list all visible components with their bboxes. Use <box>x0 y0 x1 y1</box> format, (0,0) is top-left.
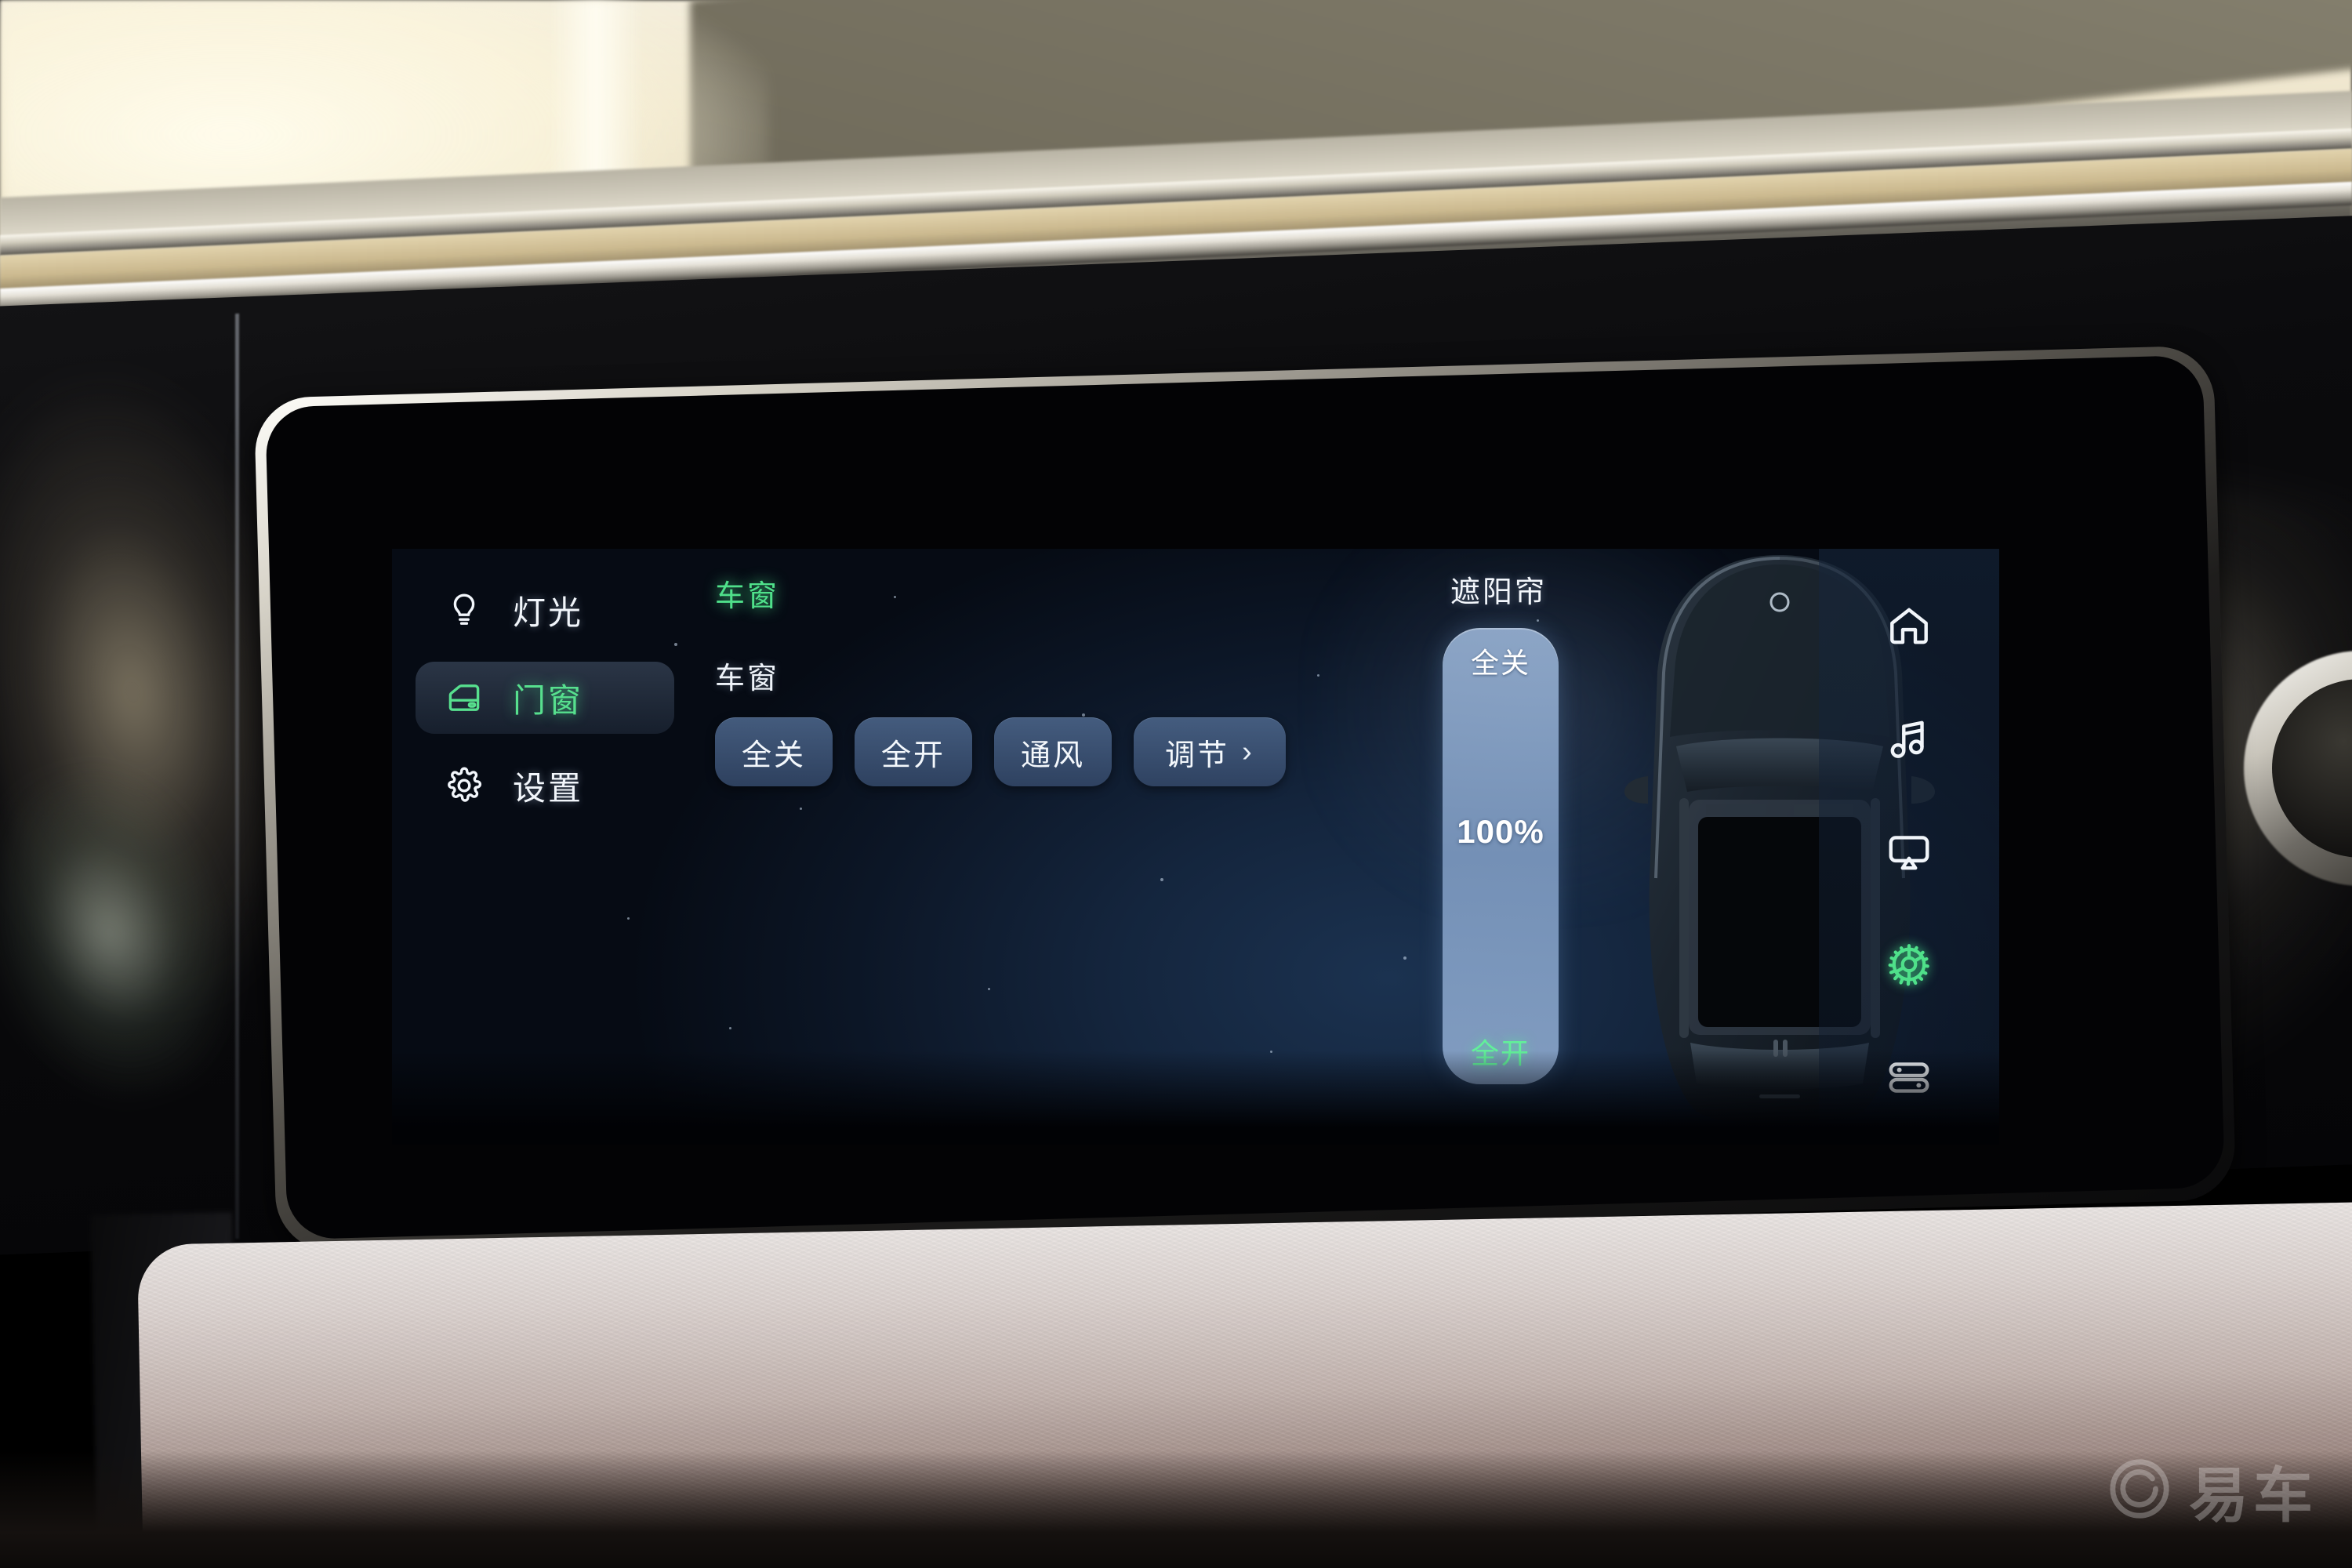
car-settings-gear-icon <box>1884 939 1934 993</box>
menu-item-lights[interactable]: 灯光 <box>416 574 674 646</box>
button-label: 全关 <box>742 739 807 772</box>
yiche-circle-logo <box>2107 1457 2172 1525</box>
menu-item-label: 门窗 <box>513 681 584 719</box>
lightbulb-icon <box>445 591 483 629</box>
sunshade-title: 遮阳帘 <box>1450 576 1548 609</box>
section-title-windows: 车窗 <box>715 662 780 695</box>
button-label: 调节 <box>1165 739 1230 772</box>
gear-icon <box>445 767 483 804</box>
bottom-vignette <box>0 1450 2352 1568</box>
close-all-windows-button[interactable]: 全关 <box>715 717 833 786</box>
sunshade-slider[interactable]: 全关 100% 全开 <box>1443 628 1559 1084</box>
tab-windows[interactable]: 车窗 <box>715 572 779 615</box>
watermark: 易车 <box>2107 1447 2318 1534</box>
left-menu: 灯光 门窗 设置 <box>416 574 674 837</box>
watermark-text: 易车 <box>2189 1463 2318 1530</box>
music-button[interactable] <box>1858 695 1960 789</box>
music-note-icon <box>1885 715 1933 768</box>
open-all-windows-button[interactable]: 全开 <box>855 717 973 786</box>
button-label: 全开 <box>881 739 946 772</box>
car-door-icon <box>445 679 483 717</box>
screen-cast-button[interactable] <box>1858 807 1960 901</box>
screen-cast-icon <box>1885 827 1933 880</box>
tab-row: 车窗 <box>715 568 1499 618</box>
adjust-windows-button[interactable]: 调节 › <box>1134 717 1286 786</box>
chevron-right-icon: › <box>1242 735 1254 768</box>
car-settings-button[interactable] <box>1858 920 1960 1014</box>
home-button[interactable] <box>1858 582 1960 676</box>
screen-bottom-fade <box>392 1051 1999 1145</box>
menu-item-label: 设置 <box>513 769 584 807</box>
photo-scene: 灯光 门窗 设置 车窗 车窗 全关 全开 通风 调节 › 遮阳帘 全关 100%… <box>0 0 2352 1568</box>
window-controls-panel: 车窗 车窗 全关 全开 通风 调节 › <box>715 568 1499 786</box>
panel-seam <box>235 313 239 1240</box>
infotainment-screen[interactable]: 灯光 门窗 设置 车窗 车窗 全关 全开 通风 调节 › 遮阳帘 全关 100% <box>392 549 1999 1145</box>
vent-windows-button[interactable]: 通风 <box>994 717 1112 786</box>
sunshade-value: 100% <box>1457 813 1544 850</box>
window-button-row: 全关 全开 通风 调节 › <box>715 717 1499 786</box>
menu-item-settings[interactable]: 设置 <box>416 750 674 822</box>
sunshade-close-all-label[interactable]: 全关 <box>1443 641 1559 681</box>
button-label: 通风 <box>1021 739 1086 772</box>
sunshade-control: 遮阳帘 全关 100% 全开 <box>1443 568 1599 1084</box>
menu-item-label: 灯光 <box>513 593 584 631</box>
menu-item-doors-windows[interactable]: 门窗 <box>416 662 674 734</box>
home-icon <box>1885 602 1933 655</box>
